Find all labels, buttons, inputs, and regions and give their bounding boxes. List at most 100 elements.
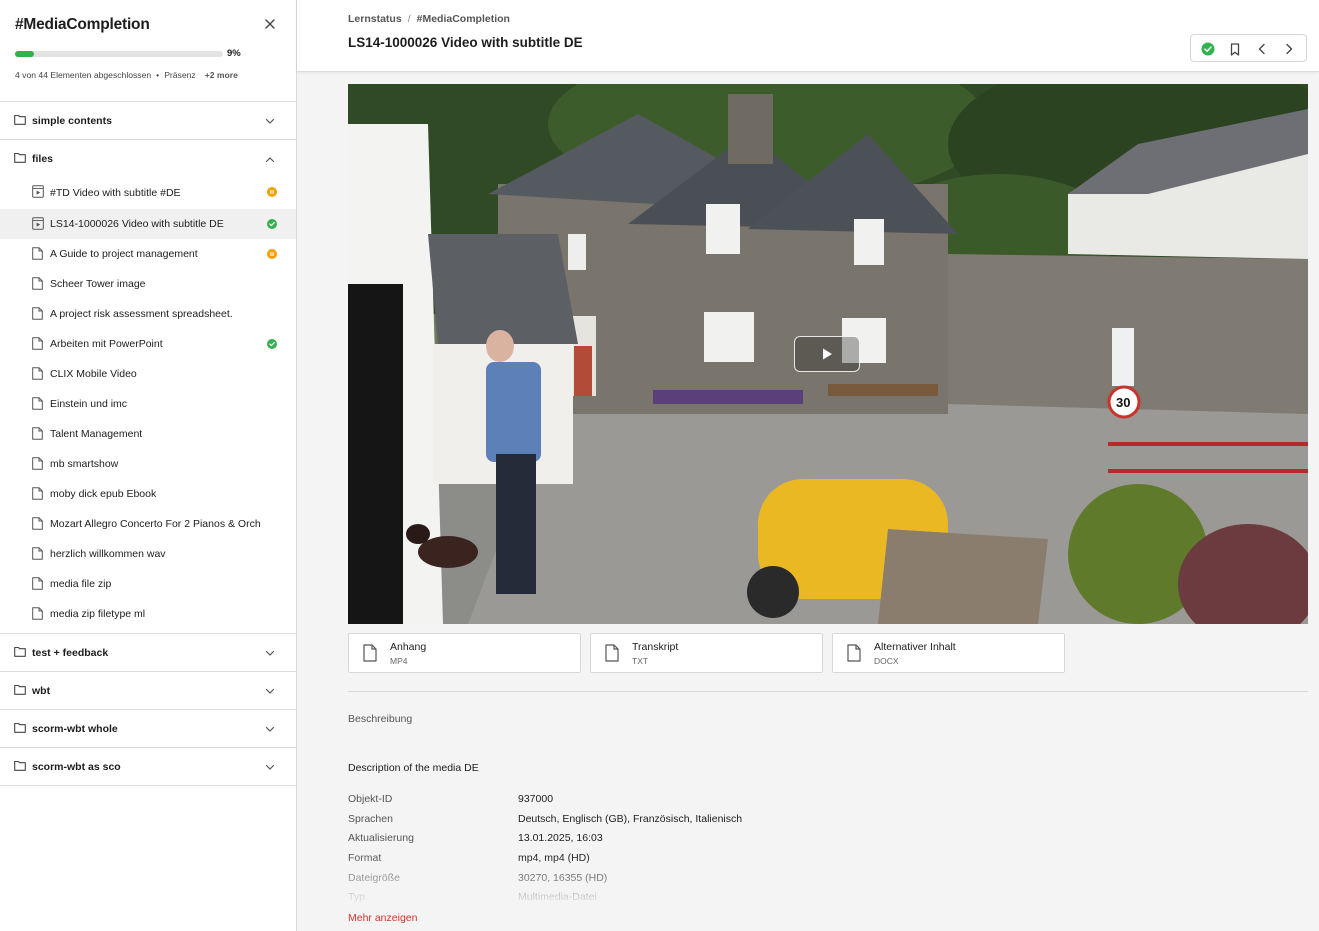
item-label: moby dick epub Ebook (50, 488, 157, 500)
completed-icon (267, 219, 277, 229)
show-more-link[interactable]: Mehr anzeigen (348, 912, 417, 924)
section-header[interactable]: wbt (0, 672, 296, 709)
section-label: wbt (32, 684, 51, 697)
list-item[interactable]: Arbeiten mit PowerPoint (0, 329, 296, 359)
attachment-card[interactable]: Alternativer Inhalt DOCX (832, 633, 1065, 673)
video-file-icon (32, 217, 44, 233)
list-item[interactable]: herzlich willkommen wav (0, 539, 296, 569)
document-icon (32, 307, 43, 323)
document-icon (32, 487, 43, 503)
list-item[interactable]: LS14-1000026 Video with subtitle DE (0, 209, 296, 239)
item-label: Einstein und imc (50, 398, 128, 410)
item-label: herzlich willkommen wav (50, 548, 166, 560)
metadata-key: Aktualisierung (348, 832, 414, 845)
item-label: mb smartshow (50, 458, 119, 470)
list-item[interactable]: A project risk assessment spreadsheet. (0, 299, 296, 329)
metadata-value: Deutsch, Englisch (GB), Französisch, Ita… (518, 812, 743, 825)
metadata-row: Objekt-ID 937000 (348, 793, 948, 813)
section-header[interactable]: simple contents (0, 102, 296, 139)
list-item[interactable]: Scheer Tower image (0, 269, 296, 299)
metadata-row: Dateigröße 30270, 16355 (HD) (348, 872, 948, 892)
attachment-type: TXT (632, 656, 649, 666)
metadata-key: Objekt-ID (348, 793, 393, 805)
list-item[interactable]: Einstein und imc (0, 389, 296, 419)
section-header[interactable]: scorm-wbt as sco (0, 748, 296, 785)
section-wbt: wbt (0, 672, 296, 710)
item-label: A Guide to project management (50, 248, 198, 260)
item-toolbar (1190, 34, 1307, 62)
section-simple-contents: simple contents (0, 102, 296, 140)
section-test-feedback: test + feedback (0, 634, 296, 672)
item-label: A project risk assessment spreadsheet. (50, 308, 233, 320)
metadata-row: Aktualisierung 13.01.2025, 16:03 (348, 832, 948, 852)
list-item[interactable]: moby dick epub Ebook (0, 479, 296, 509)
list-item[interactable]: Mozart Allegro Concerto For 2 Pianos & O… (0, 509, 296, 539)
breadcrumb-item-course[interactable]: #MediaCompletion (417, 13, 510, 25)
list-item[interactable]: mb smartshow (0, 449, 296, 479)
list-item[interactable]: media zip filetype ml (0, 599, 296, 629)
file-icon (605, 644, 619, 665)
bookmark-icon[interactable] (1227, 41, 1243, 57)
list-item[interactable]: media file zip (0, 569, 296, 599)
content-header: Lernstatus / #MediaCompletion LS14-1000026… (297, 0, 1319, 72)
section-label: files (32, 152, 54, 165)
attachment-card[interactable]: Transkript TXT (590, 633, 823, 673)
attachment-card[interactable]: Anhang MP4 (348, 633, 581, 673)
folder-icon (14, 760, 26, 774)
list-item[interactable]: #TD Video with subtitle #DE (0, 177, 296, 209)
chevron-down-icon[interactable] (265, 724, 275, 736)
list-item[interactable]: A Guide to project management (0, 239, 296, 269)
chevron-down-icon[interactable] (265, 116, 275, 128)
metadata-key: Sprachen (348, 812, 393, 825)
folder-icon (14, 722, 26, 736)
play-button[interactable] (794, 336, 860, 372)
check-circle-icon[interactable] (1200, 41, 1216, 57)
metadata-value: 13.01.2025, 16:03 (518, 832, 603, 845)
in-progress-icon (267, 249, 277, 259)
course-progress: 9% (15, 48, 275, 59)
metadata-key: Format (348, 852, 382, 865)
chevron-down-icon[interactable] (265, 686, 275, 698)
course-meta: 4 von 44 Elementen abgeschlossen • Präsenz… (15, 70, 238, 80)
item-label: media zip filetype ml (50, 608, 146, 620)
metadata-row: Typ Multimedia-Datei (348, 891, 948, 903)
section-files: files #TD Video with subtitle #DE LS14-100… (0, 140, 296, 634)
section-header[interactable]: test + feedback (0, 634, 296, 671)
document-icon (32, 577, 43, 593)
close-icon[interactable] (264, 18, 276, 30)
svg-text:30: 30 (1116, 395, 1130, 410)
document-icon (32, 517, 43, 533)
metadata-key: Typ (348, 891, 365, 903)
attachment-label: Anhang (390, 641, 427, 653)
item-label: media file zip (50, 578, 112, 590)
course-mode: Präsenz (164, 70, 196, 80)
item-label: LS14-1000026 Video with subtitle DE (50, 218, 224, 230)
attachment-label: Transkript (632, 641, 679, 653)
breadcrumb-item-lernstatus[interactable]: Lernstatus (348, 13, 402, 25)
chevron-left-icon[interactable] (1254, 41, 1270, 57)
chevron-up-icon[interactable] (265, 154, 275, 166)
document-icon (32, 337, 43, 353)
item-label: CLIX Mobile Video (50, 368, 137, 380)
metadata-row: Format mp4, mp4 (HD) (348, 852, 948, 872)
chevron-down-icon[interactable] (265, 762, 275, 774)
chevron-right-icon[interactable] (1281, 41, 1297, 57)
more-tags-link[interactable]: +2 more (205, 70, 238, 80)
list-item[interactable]: CLIX Mobile Video (0, 359, 296, 389)
section-items: #TD Video with subtitle #DE LS14-1000026 … (0, 177, 296, 633)
section-header[interactable]: scorm-wbt whole (0, 710, 296, 747)
folder-icon (14, 684, 26, 698)
progress-percent: 9% (227, 48, 241, 59)
folder-icon (14, 114, 26, 128)
section-label: scorm-wbt as sco (32, 760, 121, 773)
section-header[interactable]: files (0, 140, 296, 177)
metadata-value: 30270, 16355 (HD) (518, 871, 608, 884)
description-text: Description of the media DE (348, 762, 479, 774)
metadata-row: Sprachen Deutsch, Englisch (GB), Französi… (348, 813, 948, 833)
video-player[interactable]: 30 (348, 84, 1308, 624)
list-item[interactable]: Talent Management (0, 419, 296, 449)
chevron-down-icon[interactable] (265, 648, 275, 660)
metadata-value: 937000 (518, 793, 554, 805)
in-progress-icon (267, 187, 277, 197)
attachment-label: Alternativer Inhalt (874, 641, 956, 653)
